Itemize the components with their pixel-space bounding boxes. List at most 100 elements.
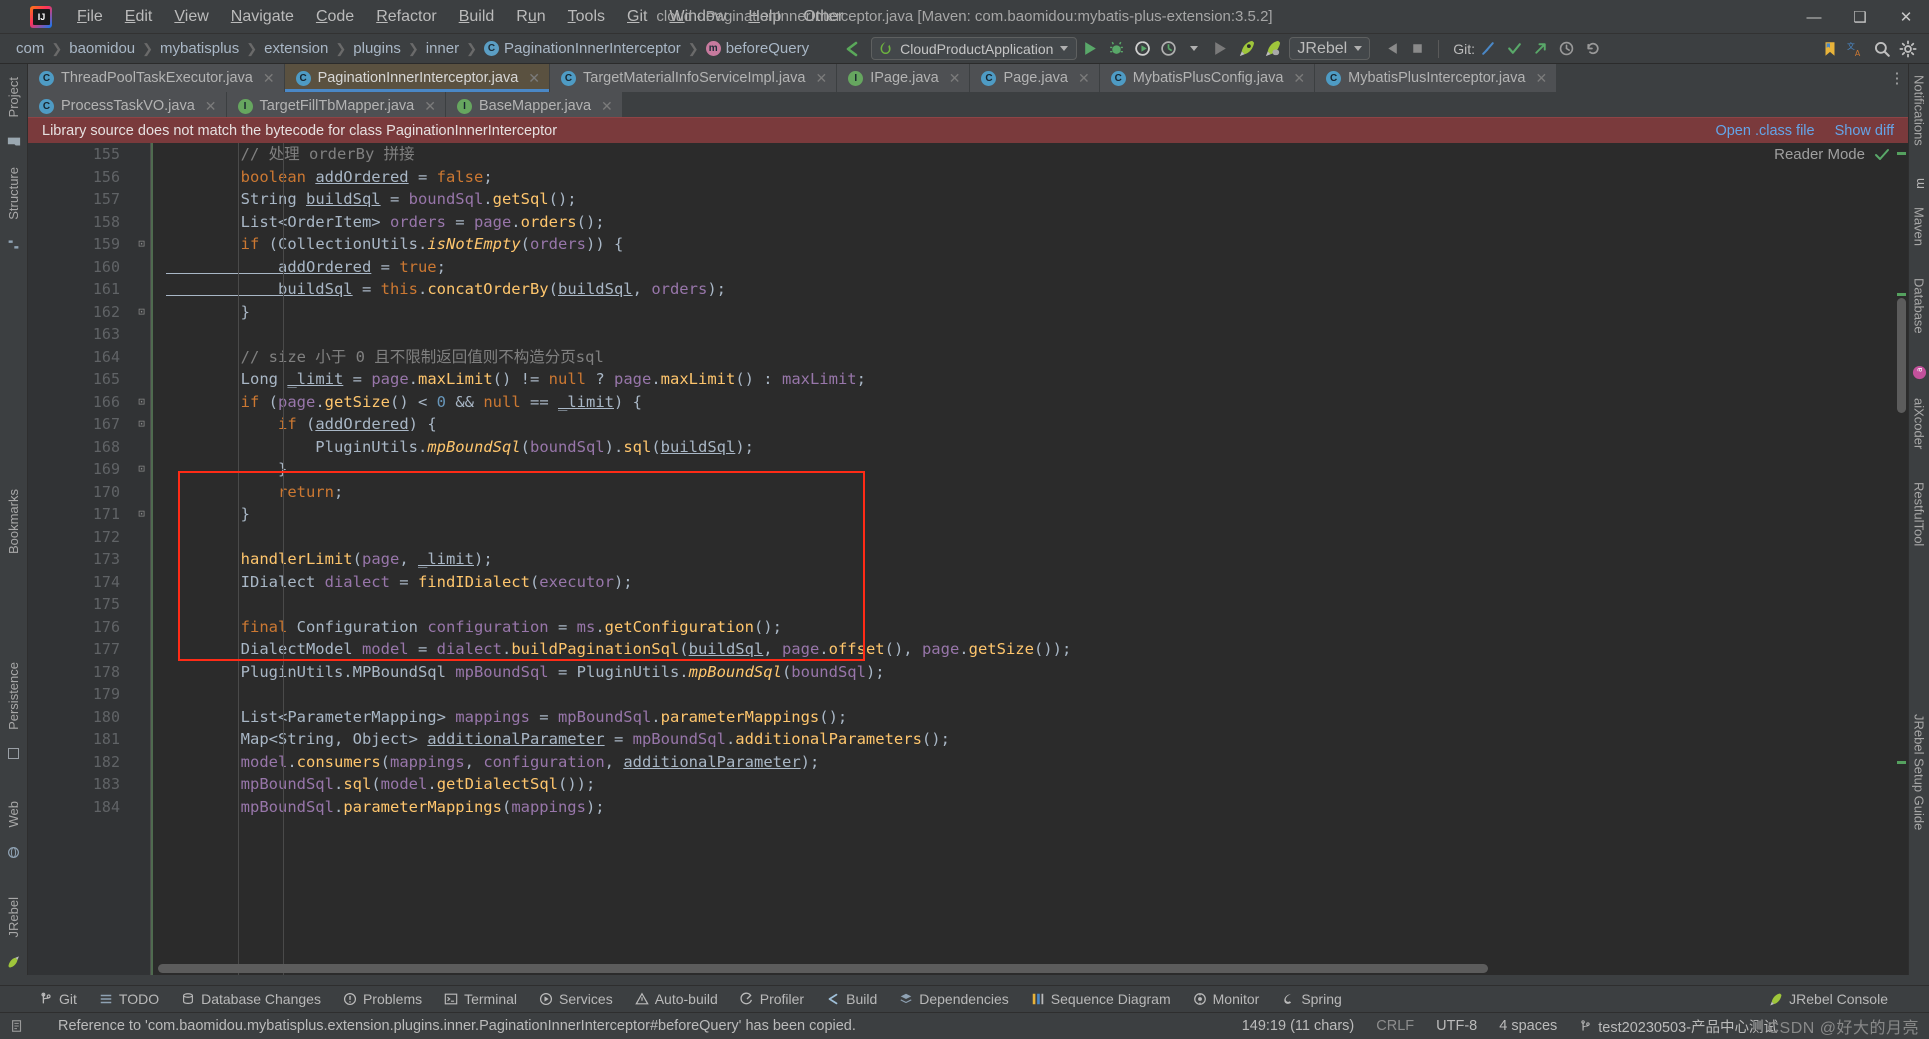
menu-view[interactable]: View	[163, 4, 219, 30]
close-button[interactable]: ✕	[1883, 0, 1929, 34]
tabs-overflow-icon[interactable]: ⋮	[1886, 64, 1908, 92]
code-line[interactable]: 170 return;	[28, 481, 1908, 504]
tab-IPage[interactable]: I IPage.java ✕	[837, 64, 971, 92]
caret-position[interactable]: 149:19 (11 chars)	[1231, 1018, 1366, 1034]
close-icon[interactable]: ✕	[263, 70, 275, 87]
tab-ProcessTaskVO[interactable]: C ProcessTaskVO.java ✕	[28, 92, 227, 120]
tool-window-monitor[interactable]: Monitor	[1182, 989, 1271, 1009]
menu-file[interactable]: File	[66, 4, 114, 30]
run-icon[interactable]	[1077, 37, 1103, 61]
code-line[interactable]: 167 ⊡ if (addOrdered) {	[28, 413, 1908, 436]
breadcrumb-item-mybatisplus[interactable]: mybatisplus	[156, 39, 243, 58]
maximize-button[interactable]: ❑	[1837, 0, 1883, 34]
menu-navigate[interactable]: Navigate	[220, 4, 305, 30]
code-line[interactable]: 175	[28, 593, 1908, 616]
code-content[interactable]: 155 // 处理 orderBy 拼接 156 boolean addOrder…	[28, 143, 1908, 975]
code-line[interactable]: 178 PluginUtils.MPBoundSql mpBoundSql = …	[28, 661, 1908, 684]
code-line[interactable]: 161 buildSql = this.concatOrderBy(buildS…	[28, 278, 1908, 301]
code-line[interactable]: 182 model.consumers(mappings, configurat…	[28, 751, 1908, 774]
editor-horizontal-scrollbar[interactable]	[158, 964, 1488, 973]
sidebar-item-persistence[interactable]: Persistence	[3, 653, 24, 739]
git-branch-widget[interactable]: test20230503-产品中心测试	[1568, 1016, 1789, 1037]
close-icon[interactable]: ✕	[205, 98, 217, 115]
breadcrumb-item-com[interactable]: com	[12, 39, 48, 58]
menu-build[interactable]: Build	[448, 4, 506, 30]
tool-window-spring[interactable]: Spring	[1270, 989, 1352, 1009]
code-line[interactable]: 176 final Configuration configuration = …	[28, 616, 1908, 639]
indent-setting[interactable]: 4 spaces	[1488, 1018, 1568, 1034]
line-separator[interactable]: CRLF	[1365, 1018, 1425, 1034]
code-line[interactable]: 163	[28, 323, 1908, 346]
error-stripe-marker[interactable]	[1897, 152, 1906, 155]
tab-TargetMaterialInfoServiceImpl[interactable]: C TargetMaterialInfoServiceImpl.java ✕	[550, 64, 838, 92]
code-line[interactable]: 184 mpBoundSql.parameterMappings(mapping…	[28, 796, 1908, 819]
code-line[interactable]: 179	[28, 683, 1908, 706]
fold-marker-icon[interactable]: ⊡	[134, 458, 149, 481]
close-icon[interactable]: ✕	[949, 70, 961, 87]
menu-run[interactable]: Run	[505, 4, 556, 30]
minimize-button[interactable]: —	[1791, 0, 1837, 34]
tab-MybatisPlusConfig[interactable]: C MybatisPlusConfig.java ✕	[1099, 64, 1316, 92]
close-icon[interactable]: ✕	[528, 70, 540, 87]
code-line[interactable]: 173 handlerLimit(page, _limit);	[28, 548, 1908, 571]
jrebel-debug-icon[interactable]	[1259, 37, 1285, 61]
tool-window-database-changes[interactable]: Database Changes	[170, 989, 332, 1009]
back-arrow-icon[interactable]	[839, 37, 865, 61]
tool-window-dependencies[interactable]: Dependencies	[888, 989, 1020, 1009]
breadcrumb-item-class[interactable]: C PaginationInnerInterceptor	[480, 39, 685, 58]
show-diff-link[interactable]: Show diff	[1835, 123, 1894, 139]
history-icon[interactable]	[1553, 37, 1579, 61]
code-line[interactable]: 171 ⊡ }	[28, 503, 1908, 526]
tool-window-git[interactable]: Git	[28, 989, 88, 1009]
close-icon[interactable]: ✕	[424, 98, 436, 115]
structure-icon[interactable]	[4, 229, 23, 260]
open-class-file-link[interactable]: Open .class file	[1715, 123, 1814, 139]
jrebel-icon[interactable]	[4, 946, 24, 978]
tool-window-profiler[interactable]: Profiler	[729, 989, 815, 1009]
code-line[interactable]: 164 // size 小于 0 且不限制返回值则不构造分页sql	[28, 346, 1908, 369]
code-line[interactable]: 174 IDialect dialect = findIDialect(exec…	[28, 571, 1908, 594]
tool-window-build[interactable]: Build	[815, 989, 888, 1009]
jrebel-run-icon[interactable]	[1233, 37, 1259, 61]
code-line[interactable]: 159 ⊡ if (CollectionUtils.isNotEmpty(orde…	[28, 233, 1908, 256]
file-encoding[interactable]: UTF-8	[1425, 1018, 1488, 1034]
close-icon[interactable]: ✕	[601, 98, 613, 115]
web-icon[interactable]	[4, 837, 23, 868]
menu-git[interactable]: Git	[616, 4, 658, 30]
breadcrumb-item-plugins[interactable]: plugins	[349, 39, 405, 58]
menu-edit[interactable]: Edit	[114, 4, 164, 30]
fold-marker-icon[interactable]: ⊡	[134, 391, 149, 414]
tab-Page[interactable]: C Page.java ✕	[970, 64, 1100, 92]
code-line[interactable]: 157 String buildSql = boundSql.getSql();	[28, 188, 1908, 211]
tab-BaseMapper[interactable]: I BaseMapper.java ✕	[446, 92, 623, 120]
sidebar-item-maven[interactable]: Maven	[1909, 198, 1929, 255]
push-icon[interactable]	[1527, 37, 1553, 61]
code-line[interactable]: 169 ⊡ }	[28, 458, 1908, 481]
fold-marker-icon[interactable]: ⊡	[134, 503, 149, 526]
menu-help[interactable]: Help	[737, 4, 792, 30]
tab-ThreadPoolTaskExecutor[interactable]: C ThreadPoolTaskExecutor.java ✕	[28, 64, 285, 92]
sidebar-item-jrebel[interactable]: JRebel	[3, 888, 24, 946]
tool-window-auto-build[interactable]: Auto-build	[624, 989, 729, 1009]
tab-MybatisPlusInterceptor[interactable]: C MybatisPlusInterceptor.java ✕	[1315, 64, 1558, 92]
code-line[interactable]: 168 PluginUtils.mpBoundSql(boundSql).sql…	[28, 436, 1908, 459]
checkmark-icon[interactable]	[1501, 37, 1527, 61]
maven-icon[interactable]: m	[1909, 169, 1929, 198]
breadcrumb-item-extension[interactable]: extension	[260, 39, 332, 58]
settings-icon[interactable]	[1895, 37, 1921, 61]
sidebar-item-jrebel-guide[interactable]: JRebel Setup Guide	[1909, 705, 1929, 839]
sidebar-item-aixcoder[interactable]: aiXcoder	[1909, 389, 1929, 458]
breadcrumb-item-inner[interactable]: inner	[422, 39, 463, 58]
tool-window-todo[interactable]: TODO	[88, 989, 170, 1009]
sidebar-item-notifications[interactable]: Notifications	[1909, 66, 1929, 155]
bookmark-icon[interactable]	[1817, 37, 1843, 61]
tool-window-jrebel-console[interactable]: JRebel Console	[1757, 989, 1899, 1009]
code-line[interactable]: 155 // 处理 orderBy 拼接	[28, 143, 1908, 166]
editor-vertical-scrollbar[interactable]	[1897, 298, 1906, 413]
error-stripe-marker[interactable]	[1897, 293, 1906, 296]
code-line[interactable]: 158 List<OrderItem> orders = page.orders…	[28, 211, 1908, 234]
fold-marker-icon[interactable]: ⊡	[134, 413, 149, 436]
sidebar-item-structure[interactable]: Structure	[3, 158, 24, 229]
code-line[interactable]: 181 Map<String, Object> additionalParame…	[28, 728, 1908, 751]
sidebar-item-bookmarks[interactable]: Bookmarks	[3, 480, 24, 563]
